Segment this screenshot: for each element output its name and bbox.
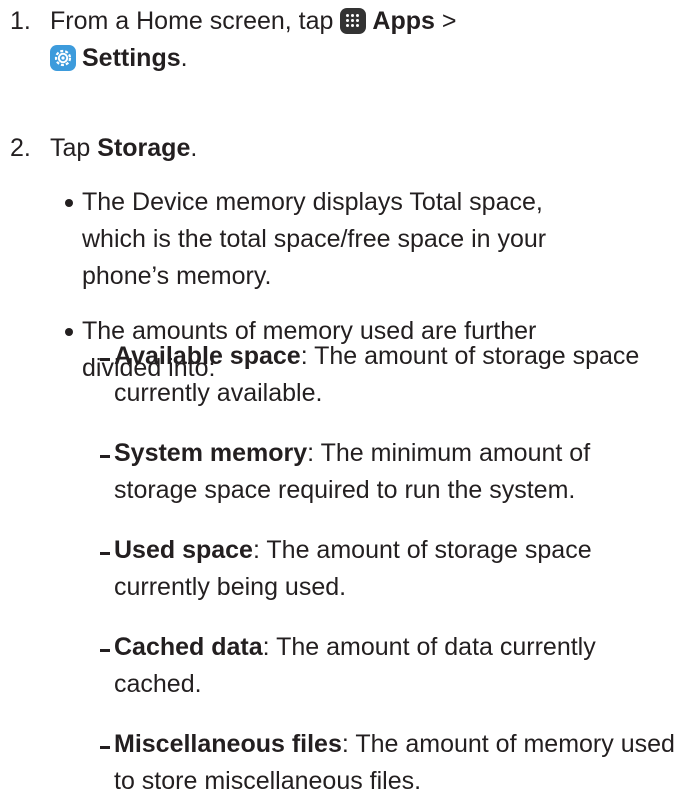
dash-marker (100, 358, 110, 361)
bullet-text: The Device memory displays Total space, … (82, 188, 547, 290)
term: Cached data (114, 633, 263, 661)
step-2-text: Tap Storage. (50, 130, 650, 167)
step-number: 2. (10, 134, 31, 162)
term: Used space (114, 536, 253, 564)
sub-item-text: Cached data: The amount of data currentl… (114, 629, 676, 703)
step-number: 1. (10, 7, 31, 35)
dash-marker (100, 649, 110, 652)
apps-label: Apps (372, 7, 435, 35)
dash-marker (100, 455, 110, 458)
menu-separator: > (434, 7, 457, 35)
dash-marker (100, 552, 110, 555)
sub-item-text: System memory: The minimum amount of sto… (114, 435, 676, 509)
step-2-prefix: Tap (50, 134, 98, 162)
sub-item-text: Miscellaneous files: The amount of memor… (114, 726, 676, 800)
step-1-text: From a Home screen, tap Apps > Settings. (50, 3, 650, 77)
step-1-suffix: . (180, 44, 188, 72)
settings-label: Settings (82, 44, 181, 72)
bullet-dot (65, 328, 73, 336)
storage-instructions-page: 1. From a Home screen, tap Apps > Settin… (0, 0, 683, 804)
dash-marker (100, 746, 110, 749)
term: Available space (114, 342, 301, 370)
settings-gear-icon (50, 45, 76, 71)
term: System memory (114, 439, 308, 467)
bullet-dot (65, 199, 73, 207)
sub-item-text: Available space: The amount of storage s… (114, 338, 676, 412)
term: Miscellaneous files (114, 730, 342, 758)
step-1-prefix: From a Home screen, tap (50, 7, 341, 35)
storage-label: Storage (97, 134, 191, 162)
apps-grid-icon (340, 8, 367, 34)
step-2-suffix: . (190, 134, 198, 162)
sub-item-text: Used space: The amount of storage space … (114, 532, 676, 606)
